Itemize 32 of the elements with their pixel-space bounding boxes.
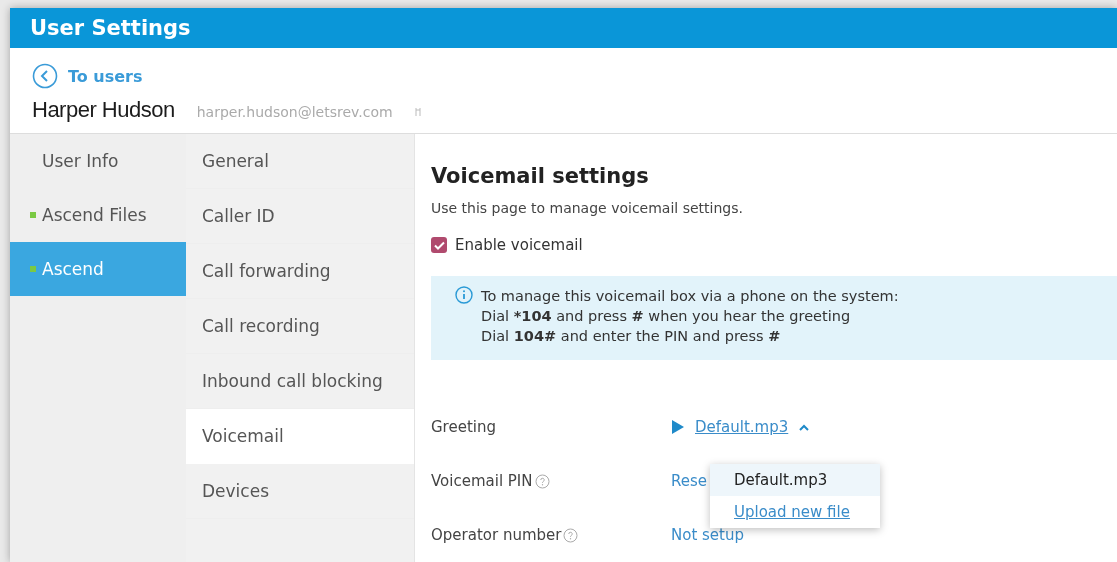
info-text: To manage this voicemail box via a phone on the system: (481, 287, 899, 306)
info-text: Dial *104 and press # when you hear the greeting (481, 307, 852, 326)
help-icon[interactable] (563, 527, 579, 543)
nav-tab[interactable]: Devices (186, 464, 414, 519)
window-title: User Settings (10, 8, 1117, 48)
caret-icon[interactable] (798, 423, 811, 431)
play-icon[interactable] (671, 419, 685, 435)
info-icon (455, 286, 473, 304)
setting-label: Operator number (431, 526, 562, 544)
nav-tab[interactable]: Call recording (186, 299, 414, 354)
nav-tab[interactable]: Voicemail (186, 409, 414, 464)
sidebar-item[interactable]: User Info (10, 134, 186, 188)
back-icon[interactable] (32, 63, 58, 90)
checkbox-label: Enable voicemail (455, 236, 583, 254)
setting-label: Voicemail PIN (431, 472, 533, 490)
section-description: Use this page to manage voicemail settings. (431, 200, 744, 216)
setting-label: Greeting (431, 418, 496, 436)
user-name: Harper Hudson (32, 96, 175, 123)
sidebar-item[interactable]: Ascend Files (10, 188, 186, 242)
nav-tab[interactable]: Caller ID (186, 189, 414, 244)
info-text: Dial 104# and enter the PIN and press # (481, 327, 782, 346)
nav-tab[interactable]: General (186, 134, 414, 189)
checkbox[interactable] (431, 237, 447, 253)
menu-option[interactable]: Default.mp3 (710, 464, 880, 496)
upload-link[interactable]: Upload new file (710, 496, 880, 528)
user-email: harper.hudson@letsrev.com (196, 103, 393, 120)
setting-link[interactable]: Rese (671, 472, 708, 490)
setting-link[interactable]: Not setup (671, 526, 744, 544)
nav-tab[interactable]: Call forwarding (186, 244, 414, 299)
section-title: Voicemail settings (431, 164, 650, 188)
help-icon[interactable] (534, 473, 550, 489)
file-link[interactable]: Default.mp3 (695, 418, 789, 436)
